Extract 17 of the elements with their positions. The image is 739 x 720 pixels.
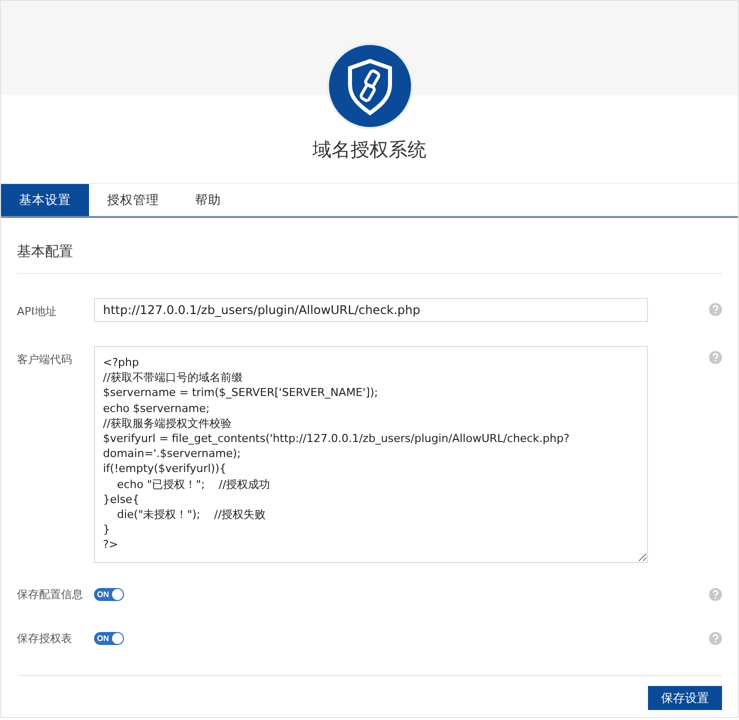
help-icon[interactable] xyxy=(709,588,722,600)
section-title: 基本配置 xyxy=(17,218,722,274)
field-label: 保存授权表 xyxy=(17,630,73,646)
toggle-switch[interactable]: ON xyxy=(94,632,124,644)
app-title: 域名授权系统 xyxy=(312,138,426,163)
save-button[interactable]: 保存设置 xyxy=(648,686,722,710)
api-url-field[interactable]: http://127.0.0.1/zb_users/plugin/AllowURL/check.php xyxy=(94,298,648,322)
tab[interactable]: 基本设置 xyxy=(1,184,89,216)
help-icon[interactable] xyxy=(709,351,722,364)
field-label: API地址 xyxy=(17,304,58,319)
shield-link-logo-icon xyxy=(326,43,412,129)
code-field[interactable]: <?php //获取不带端口号的域名前缀 $servername = trim($_SERVER['SERVER_NAME']); echo $servername; //获取服务端授权文件校验 $verifyurl = file_get_contents('http://127.0.0.1/zb_users/plugin/AllowURL/check.php? domain='.$servername); if(!empty($verifyurl)){ echo "已授权！"; //授权成功 }else{ die("未授权！"); //授权失败 } ?> xyxy=(94,346,648,563)
field-label: 保存配置信息 xyxy=(17,586,84,602)
help-icon[interactable] xyxy=(709,632,722,644)
field-label: 客户端代码 xyxy=(17,352,73,367)
help-icon[interactable] xyxy=(709,303,722,316)
toggle-switch[interactable]: ON xyxy=(94,588,124,600)
